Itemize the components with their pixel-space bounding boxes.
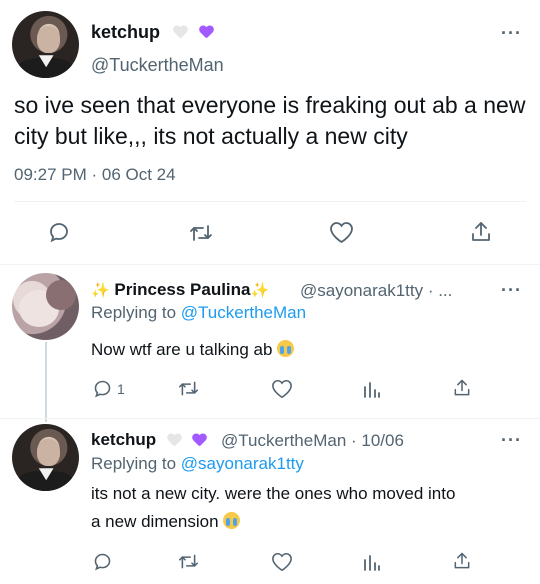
crying-emoji-icon bbox=[277, 340, 295, 357]
crying-emoji-icon bbox=[223, 512, 241, 529]
share-icon[interactable] bbox=[452, 378, 472, 398]
replying-to-link[interactable]: @sayonarak1tty bbox=[181, 454, 304, 473]
sparkle-icon: ✨ bbox=[91, 282, 110, 299]
more-options-icon[interactable]: ··· bbox=[501, 24, 522, 42]
display-name[interactable]: ketchup bbox=[91, 22, 214, 43]
retweet-icon[interactable] bbox=[188, 221, 214, 245]
more-options-icon[interactable]: ··· bbox=[501, 281, 522, 299]
reply-icon[interactable] bbox=[92, 551, 113, 572]
reply-text-line: a new dimension bbox=[91, 508, 455, 536]
like-icon[interactable] bbox=[271, 552, 293, 572]
replying-to: Replying to @sayonarak1tty bbox=[91, 454, 304, 474]
white-heart-icon bbox=[173, 26, 188, 40]
display-name-text: ketchup bbox=[91, 22, 161, 42]
user-handle[interactable]: @sayonarak1tty · ... bbox=[300, 281, 452, 301]
avatar[interactable] bbox=[12, 11, 79, 78]
reply-icon[interactable] bbox=[47, 220, 71, 244]
display-name-text: Princess Paulina bbox=[114, 280, 251, 299]
reply-count: 1 bbox=[117, 381, 125, 397]
avatar[interactable] bbox=[12, 273, 79, 340]
views-icon[interactable] bbox=[362, 552, 382, 572]
user-handle[interactable]: @TuckertheMan bbox=[91, 55, 224, 76]
reply-text: Now wtf are u talking ab bbox=[91, 336, 295, 364]
tweet-text: so ive seen that everyone is freaking ou… bbox=[14, 92, 526, 149]
like-icon[interactable] bbox=[271, 379, 293, 399]
display-name[interactable]: ketchup bbox=[91, 430, 207, 450]
tweet-timestamp[interactable]: 09:27 PM · 06 Oct 24 bbox=[14, 165, 176, 185]
sparkle-icon: ✨ bbox=[250, 282, 270, 299]
replying-to-label: Replying to bbox=[91, 454, 177, 473]
divider bbox=[14, 201, 526, 202]
retweet-icon[interactable] bbox=[177, 378, 200, 399]
more-options-icon[interactable]: ··· bbox=[501, 431, 522, 449]
share-icon[interactable] bbox=[452, 551, 472, 571]
replying-to: Replying to @TuckertheMan bbox=[91, 303, 306, 323]
divider bbox=[0, 264, 540, 265]
user-handle[interactable]: @TuckertheMan · 10/06 bbox=[221, 431, 404, 451]
thread-line bbox=[45, 342, 47, 422]
reply-text: its not a new city. were the ones who mo… bbox=[91, 480, 455, 536]
reply-text-content: Now wtf are u talking ab bbox=[91, 340, 273, 359]
purple-heart-icon bbox=[192, 434, 207, 448]
white-heart-icon bbox=[167, 434, 182, 448]
purple-heart-icon bbox=[199, 26, 214, 40]
reply-icon[interactable] bbox=[92, 378, 113, 399]
reply-text-content: a new dimension bbox=[91, 512, 219, 531]
share-icon[interactable] bbox=[469, 220, 493, 244]
display-name[interactable]: ✨ Princess Paulina✨ bbox=[91, 280, 269, 300]
views-icon[interactable] bbox=[362, 379, 382, 399]
divider bbox=[0, 418, 540, 419]
reply-text-line: its not a new city. were the ones who mo… bbox=[91, 484, 456, 503]
retweet-icon[interactable] bbox=[177, 551, 200, 572]
like-icon[interactable] bbox=[329, 221, 354, 244]
avatar[interactable] bbox=[12, 424, 79, 491]
display-name-text: ketchup bbox=[91, 430, 157, 449]
replying-to-label: Replying to bbox=[91, 303, 177, 322]
replying-to-link[interactable]: @TuckertheMan bbox=[181, 303, 306, 322]
